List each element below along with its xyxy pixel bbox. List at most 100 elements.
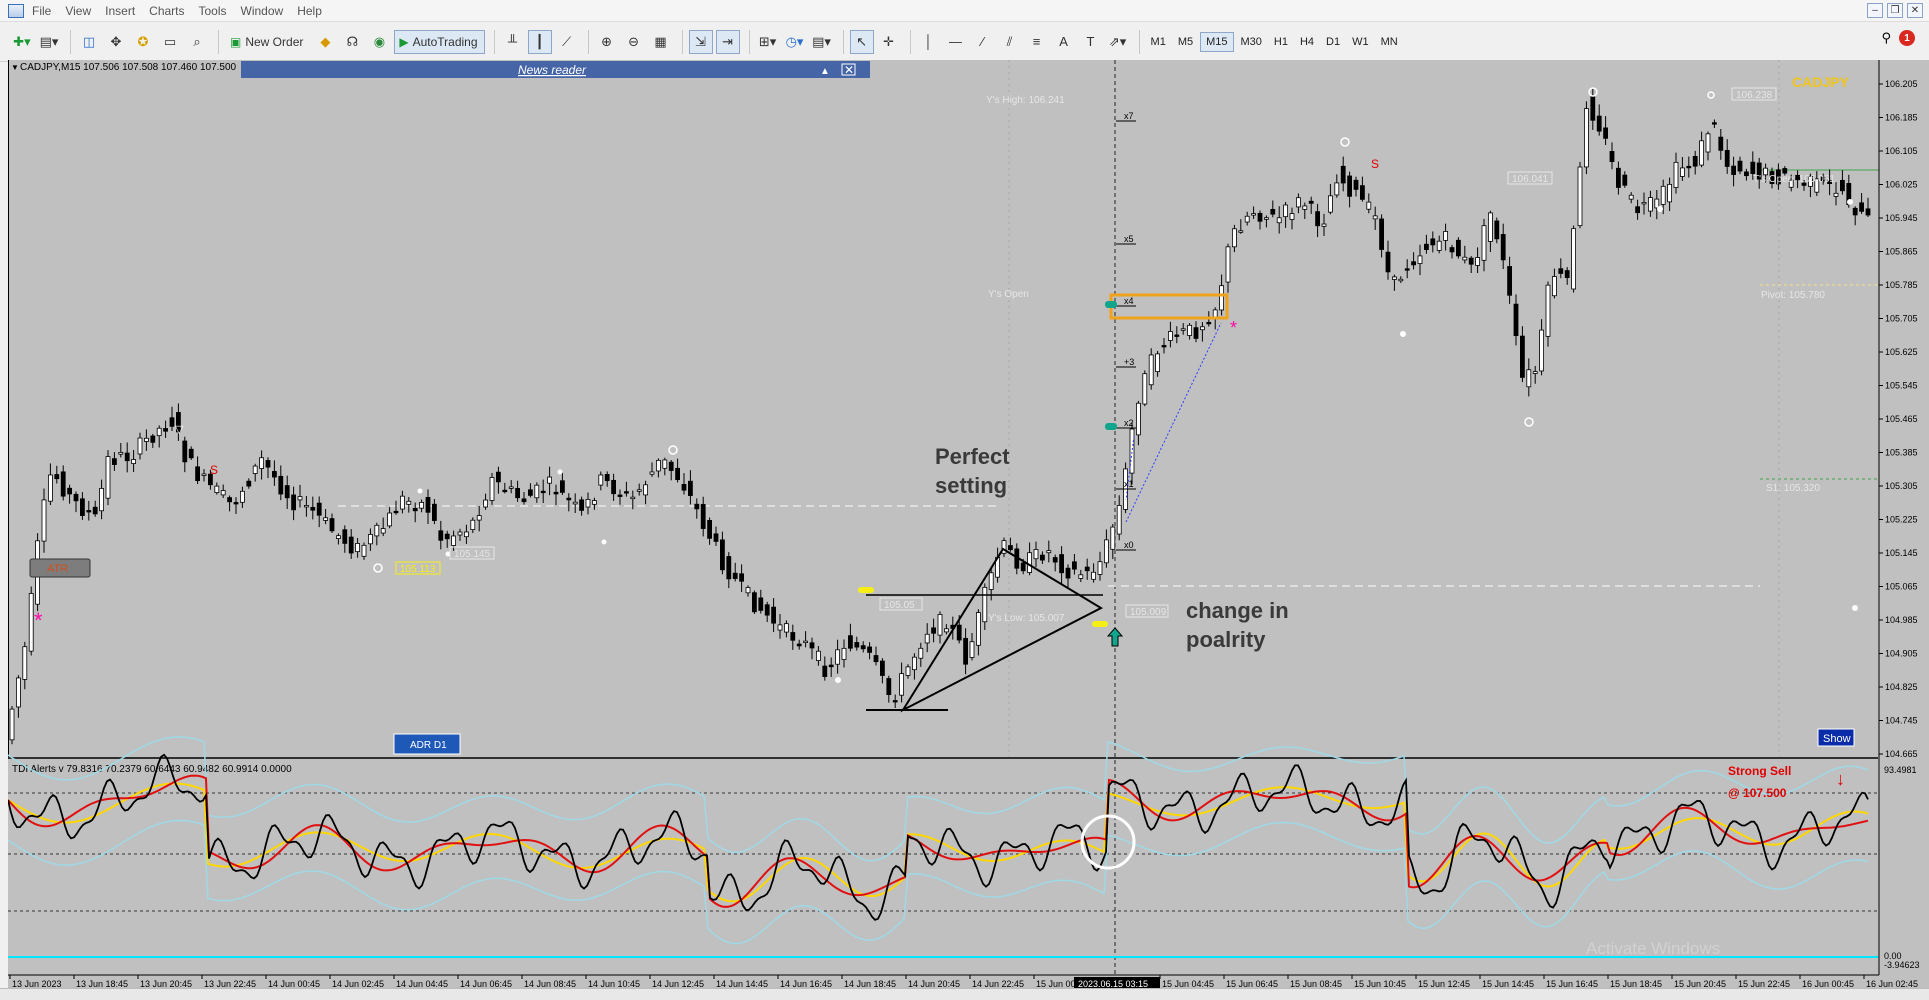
bar-chart-icon[interactable]: ╨ bbox=[501, 30, 525, 54]
arrows-icon[interactable]: ⇗▾ bbox=[1106, 30, 1130, 54]
timeframe-m1[interactable]: M1 bbox=[1146, 32, 1171, 52]
menu-insert[interactable]: Insert bbox=[105, 4, 149, 18]
menu-charts[interactable]: Charts bbox=[149, 4, 198, 18]
annotation-perfect-setting: setting bbox=[935, 473, 1007, 498]
time-axis-label: 15 Jun 08:45 bbox=[1290, 979, 1342, 988]
candlestick-icon[interactable]: ┃ bbox=[527, 29, 552, 54]
price-axis-label: 105.225 bbox=[1885, 515, 1918, 525]
search-icon[interactable]: ⚲ bbox=[1881, 30, 1891, 46]
fibonacci-icon[interactable]: ≡ bbox=[1025, 30, 1049, 54]
timeframe-h4[interactable]: H4 bbox=[1295, 32, 1319, 52]
menu-bar: File View Insert Charts Tools Window Hel… bbox=[0, 0, 1929, 22]
restore-button[interactable]: ❐ bbox=[1887, 3, 1903, 18]
equidistant-channel-icon[interactable]: ⫽ bbox=[998, 30, 1022, 54]
indicators-icon[interactable]: ⊞▾ bbox=[756, 30, 780, 54]
time-axis-label: 15 Jun 18:45 bbox=[1610, 979, 1662, 988]
yellow-marker bbox=[1092, 621, 1108, 627]
timeframe-m15[interactable]: M15 bbox=[1200, 31, 1234, 52]
zoom-in-icon[interactable]: ⊕ bbox=[595, 30, 619, 54]
menu-tools[interactable]: Tools bbox=[199, 4, 241, 18]
profiles-icon[interactable]: ▤▾ bbox=[37, 30, 61, 54]
timeframe-h1[interactable]: H1 bbox=[1269, 32, 1293, 52]
zoom-out-icon[interactable]: ⊖ bbox=[622, 30, 646, 54]
s-marker: S bbox=[1371, 157, 1379, 171]
time-axis: 13 Jun 2023 13 Jun 18:45 13 Jun 20:45 13 Ju… bbox=[8, 974, 1918, 989]
price-axis-label: 104.985 bbox=[1885, 615, 1918, 625]
autotrading-button[interactable]: ▶ AutoTrading bbox=[394, 29, 485, 54]
templates-icon[interactable]: ▤▾ bbox=[810, 30, 834, 54]
chart-dropdown-icon[interactable]: ▼ bbox=[11, 63, 19, 72]
fractal-markers bbox=[373, 87, 1858, 683]
new-chart-icon[interactable]: ✚▾ bbox=[10, 30, 34, 54]
menu-view[interactable]: View bbox=[65, 4, 105, 18]
terminal-icon[interactable]: ▭ bbox=[158, 30, 182, 54]
time-axis-label: 14 Jun 14:45 bbox=[716, 979, 768, 988]
market-watch-icon[interactable]: ◫ bbox=[77, 30, 101, 54]
timeframe-m30[interactable]: M30 bbox=[1236, 32, 1267, 52]
toolbar-separator bbox=[1138, 29, 1140, 54]
multiplier-label: x5 bbox=[1124, 234, 1134, 244]
close-icon[interactable]: ✕ bbox=[844, 63, 854, 77]
signals-icon[interactable]: ◉ bbox=[367, 30, 391, 54]
magenta-star-icon: * bbox=[34, 608, 43, 633]
new-order-label: New Order bbox=[245, 34, 304, 49]
show-label: Show bbox=[1823, 733, 1851, 745]
ts-open-label: T's Open: 106.061 bbox=[1753, 174, 1835, 185]
time-axis-label: 16 Jun 02:45 bbox=[1866, 979, 1918, 988]
timeframe-d1[interactable]: D1 bbox=[1321, 32, 1345, 52]
price-axis-label: 105.705 bbox=[1885, 314, 1918, 324]
menu-help[interactable]: Help bbox=[297, 4, 336, 18]
periods-icon[interactable]: ◷▾ bbox=[783, 30, 807, 54]
news-reader-title: News reader bbox=[518, 63, 587, 77]
crosshair-icon[interactable]: ✛ bbox=[877, 30, 901, 54]
multiplier-label: +3 bbox=[1124, 357, 1134, 367]
teal-marker bbox=[1105, 423, 1117, 430]
collapse-icon[interactable]: ▲ bbox=[820, 66, 830, 77]
line-chart-icon[interactable]: ⟋ bbox=[555, 30, 579, 54]
toolbar-separator bbox=[218, 29, 219, 54]
tdi-axis-top: 93.4981 bbox=[1884, 765, 1917, 775]
teal-marker bbox=[1105, 301, 1117, 308]
menu-file[interactable]: File bbox=[32, 4, 65, 18]
status-bar bbox=[0, 988, 1929, 1000]
multiplier-label: x0 bbox=[1124, 540, 1134, 550]
metaeditor-icon[interactable]: ◆ bbox=[313, 30, 337, 54]
notification-badge[interactable]: 1 bbox=[1899, 30, 1915, 46]
menu-window[interactable]: Window bbox=[241, 4, 298, 18]
trendline-icon[interactable]: ∕ bbox=[971, 30, 995, 54]
chart-canvas[interactable]: x7 x5 x4 +3 x2 x1 x0 * * ▽ S S Y's High:… bbox=[7, 60, 1929, 989]
price-axis-label: 105.545 bbox=[1885, 381, 1918, 391]
time-axis-label: 14 Jun 06:45 bbox=[460, 979, 512, 988]
horizontal-line-icon[interactable]: — bbox=[944, 30, 968, 54]
price-axis-label: 105.465 bbox=[1885, 414, 1918, 424]
new-order-button[interactable]: ▣ New Order bbox=[225, 30, 310, 54]
text-label-icon[interactable]: T bbox=[1079, 30, 1103, 54]
multiplier-label: x4 bbox=[1124, 296, 1134, 306]
chart-window[interactable]: x7 x5 x4 +3 x2 x1 x0 * * ▽ S S Y's High:… bbox=[7, 60, 1929, 989]
chart-shift-icon[interactable]: ⇥ bbox=[715, 29, 740, 54]
multiplier-label: x2 bbox=[1124, 418, 1134, 428]
text-icon[interactable]: A bbox=[1052, 30, 1076, 54]
teal-up-arrow-icon bbox=[1106, 627, 1124, 647]
favorites-icon[interactable]: ✪ bbox=[131, 30, 155, 54]
time-axis-label: 14 Jun 16:45 bbox=[780, 979, 832, 988]
community-icon[interactable]: ☊ bbox=[340, 30, 364, 54]
tile-windows-icon[interactable]: ▦ bbox=[649, 30, 673, 54]
multiplier-label: x1 bbox=[1124, 479, 1134, 489]
time-axis-label: 15 Jun 12:45 bbox=[1418, 979, 1470, 988]
ys-open-label: Y's Open bbox=[988, 289, 1029, 300]
cursor-icon[interactable]: ↖ bbox=[849, 29, 874, 54]
timeframe-w1[interactable]: W1 bbox=[1347, 32, 1374, 52]
close-button[interactable]: ✕ bbox=[1907, 3, 1923, 18]
timeframe-m5[interactable]: M5 bbox=[1173, 32, 1198, 52]
strategy-tester-icon[interactable]: ⌕ bbox=[185, 30, 209, 54]
toolbar-separator bbox=[493, 29, 495, 54]
navigator-icon[interactable]: ✥ bbox=[104, 30, 128, 54]
vertical-line-icon[interactable]: │ bbox=[917, 30, 941, 54]
strong-sell-signal: Strong Sell bbox=[1728, 764, 1791, 778]
toolbar-separator bbox=[70, 29, 71, 54]
minimize-button[interactable]: – bbox=[1867, 3, 1883, 18]
time-axis-label: 14 Jun 20:45 bbox=[908, 979, 960, 988]
timeframe-mn[interactable]: MN bbox=[1376, 32, 1403, 52]
autoscroll-icon[interactable]: ⇲ bbox=[688, 29, 713, 54]
